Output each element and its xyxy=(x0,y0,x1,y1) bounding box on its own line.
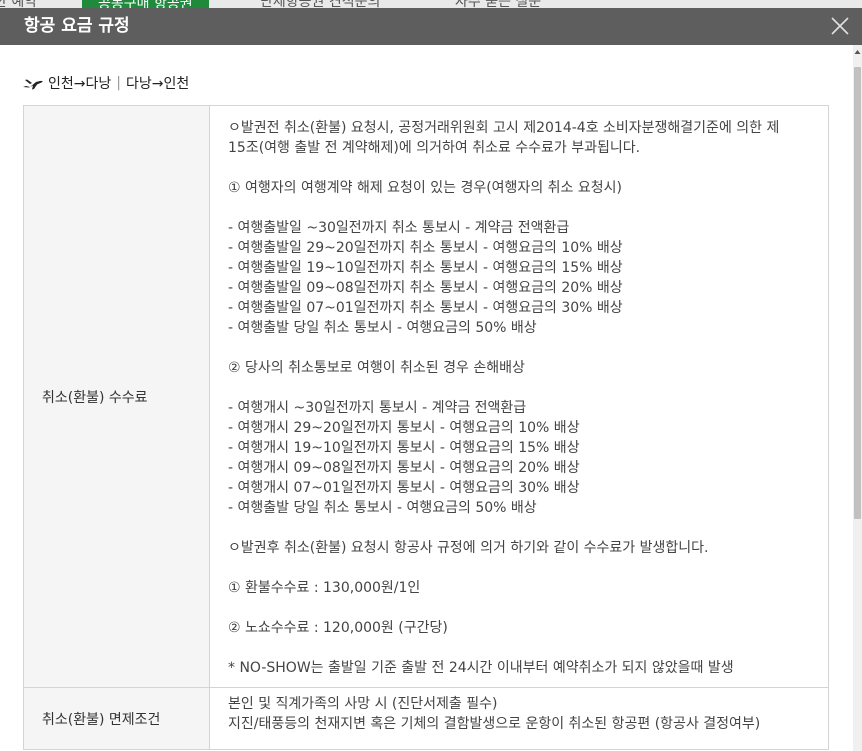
fare-rule-line: - 여행개시 29~20일전까지 통보시 - 여행요금의 10% 배상 xyxy=(228,420,580,436)
fare-rule-line: ① 여행자의 여행계약 해제 요청이 있는 경우(여행자의 취소 요청시) xyxy=(228,180,622,196)
fare-rule-content: 본인 및 직계가족의 사망 시 (진단서제출 필수) 지진/태풍등의 천재지변 혹… xyxy=(209,687,829,750)
background-tab: 한 예약 xyxy=(0,0,38,8)
airplane-icon xyxy=(23,79,43,90)
scrollbar[interactable] xyxy=(853,45,862,751)
fare-rule-label: 취소(환불) 수수료 xyxy=(23,105,210,688)
fare-rule-line: - 여행개시 09~08일전까지 통보시 - 여행요금의 20% 배상 xyxy=(228,460,580,476)
background-tab: 자주 묻는 질문 xyxy=(455,0,542,8)
fare-rule-line: ② 당사의 취소통보로 여행이 취소된 경우 손해배상 xyxy=(228,360,525,376)
route-selector: 인천→다낭 | 다낭→인천 xyxy=(22,71,189,95)
close-button[interactable] xyxy=(828,14,852,38)
fare-rule-line: 15조(여행 출발 전 계약해제)에 의거하여 취소료 수수료가 부과됩니다. xyxy=(228,140,641,156)
fare-rule-line: ② 노쇼수수료 : 120,000원 (구간당) xyxy=(228,620,448,636)
fare-rule-line: - 여행출발 당일 취소 통보시 - 여행요금의 50% 배상 xyxy=(228,500,537,516)
fare-rule-line xyxy=(228,378,812,398)
fare-rule-line xyxy=(228,638,812,658)
route-separator: | xyxy=(116,75,121,91)
background-tab-active: 공동구매 항공권 xyxy=(82,0,209,8)
background-tab-strip: 한 예약 공동구매 항공권 단체항공권 견적문의 자주 묻는 질문 xyxy=(0,0,862,8)
fare-rule-row: 취소(환불) 수수료 ㅇ발권전 취소(환불) 요청시, 공정거래위원회 고시 제… xyxy=(23,105,829,688)
modal-body: 인천→다낭 | 다낭→인천 취소(환불) 수수료 ㅇ발권전 취소(환불) 요청시… xyxy=(0,45,853,751)
fare-rule-line: - 여행개시 19~10일전까지 통보시 - 여행요금의 15% 배상 xyxy=(228,440,580,456)
fare-rule-row: 취소(환불) 면제조건 본인 및 직계가족의 사망 시 (진단서제출 필수) 지진… xyxy=(23,687,829,750)
scrollbar-thumb[interactable] xyxy=(854,67,861,519)
background-tab: 단체항공권 견적문의 xyxy=(260,0,381,8)
fare-rule-line: - 여행출발일 07~01일전까지 취소 통보시 - 여행요금의 30% 배상 xyxy=(228,300,623,316)
close-icon xyxy=(831,17,849,35)
fare-rule-line: - 여행개시 07~01일전까지 통보시 - 여행요금의 30% 배상 xyxy=(228,480,580,496)
modal-title: 항공 요금 규정 xyxy=(24,16,130,36)
fare-rule-line: ㅇ발권전 취소(환불) 요청시, 공정거래위원회 고시 제2014-4호 소비자… xyxy=(228,120,780,136)
fare-rule-line: - 여행출발일 09~08일전까지 취소 통보시 - 여행요금의 20% 배상 xyxy=(228,280,623,296)
fare-rule-line: - 여행출발일 29~20일전까지 취소 통보시 - 여행요금의 10% 배상 xyxy=(228,240,623,256)
fare-rules-table: 취소(환불) 수수료 ㅇ발권전 취소(환불) 요청시, 공정거래위원회 고시 제… xyxy=(23,105,829,750)
fare-rule-line: 지진/태풍등의 천재지변 혹은 기체의 결함발생으로 운항이 취소된 항공편 (… xyxy=(228,716,761,732)
fare-rule-line: - 여행출발 당일 취소 통보시 - 여행요금의 50% 배상 xyxy=(228,320,537,336)
route-inbound-link[interactable]: 다낭→인천 xyxy=(126,73,189,93)
fare-rule-line: - 여행개시 ~30일전까지 통보시 - 계약금 전액환급 xyxy=(228,400,527,416)
fare-rule-content: ㅇ발권전 취소(환불) 요청시, 공정거래위원회 고시 제2014-4호 소비자… xyxy=(209,105,829,688)
fare-rule-line xyxy=(228,598,812,618)
fare-rule-line: 본인 및 직계가족의 사망 시 (진단서제출 필수) xyxy=(228,696,498,712)
modal-header: 항공 요금 규정 xyxy=(0,8,862,45)
route-outbound-link[interactable]: 인천→다낭 xyxy=(48,73,111,93)
fare-rule-label: 취소(환불) 면제조건 xyxy=(23,687,210,750)
fare-rule-line xyxy=(228,518,812,538)
fare-rule-line: - 여행출발일 19~10일전까지 취소 통보시 - 여행요금의 15% 배상 xyxy=(228,260,623,276)
fare-rule-line xyxy=(228,158,812,178)
fare-rule-line xyxy=(228,558,812,578)
fare-rule-line: * NO-SHOW는 출발일 기준 출발 전 24시간 이내부터 예약취소가 되… xyxy=(228,660,734,676)
fare-rule-line: ① 환불수수료 : 130,000원/1인 xyxy=(228,580,421,596)
fare-rule-line: ㅇ발권후 취소(환불) 요청시 항공사 규정에 의거 하기와 같이 수수료가 발… xyxy=(228,540,709,556)
fare-rule-line: - 여행출발일 ~30일전까지 취소 통보시 - 계약금 전액환급 xyxy=(228,220,570,236)
fare-rule-line xyxy=(228,198,812,218)
fare-rule-line xyxy=(228,338,812,358)
scroll-up-arrow-icon[interactable] xyxy=(853,45,862,59)
